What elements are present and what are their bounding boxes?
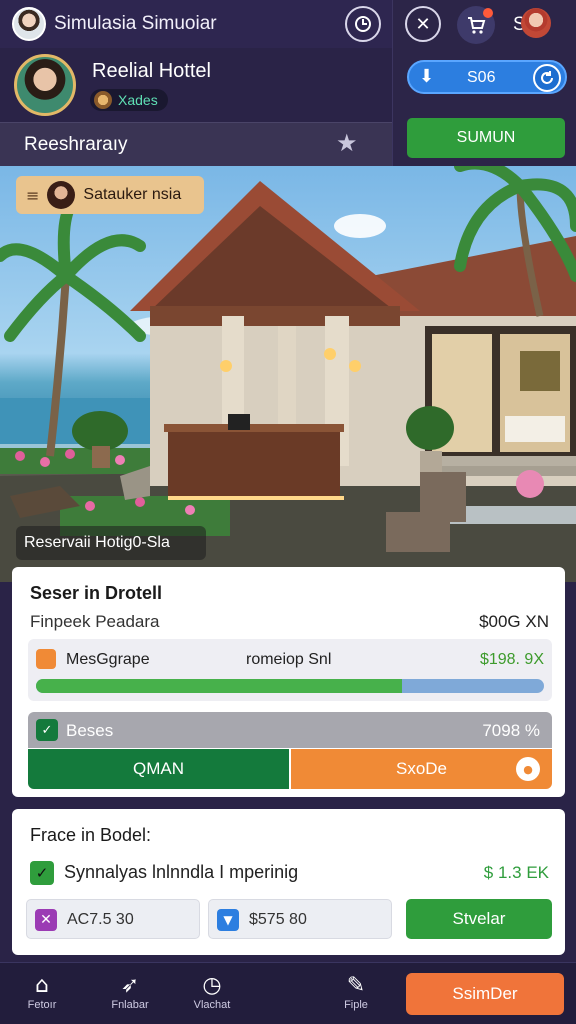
menu-icon: ≡ [26, 185, 40, 205]
package-progress-fill [36, 679, 402, 693]
top-bar: Simulasia Simuoiar [0, 0, 392, 48]
price-title: Frace in Bodel: [30, 825, 152, 845]
option-checkbox[interactable]: ✓ [30, 861, 54, 885]
stvelar-button[interactable]: Stvelar [406, 899, 552, 939]
home-icon: ⌂ [35, 973, 49, 998]
history-icon[interactable] [345, 6, 381, 42]
host-avatar [47, 181, 76, 209]
price-card: Frace in Bodel: ✓ Synnalyas lnlnndla I m… [12, 809, 565, 955]
hero-image: ≡ Satauker nsia Reservaii Hotig0-Sla [0, 166, 576, 582]
user-avatar[interactable] [12, 7, 46, 41]
booking-title: Seser in Drotell [30, 583, 163, 603]
clock-glyph [355, 16, 371, 32]
booking-price: $00G XN [479, 612, 549, 631]
close-square-icon: ✕ [35, 909, 57, 931]
package-icon [36, 649, 56, 669]
hotel-avatar[interactable] [14, 54, 76, 116]
profile-menu-avatar [521, 8, 551, 38]
sxode-label: SxoDe [395, 759, 448, 778]
star-icon[interactable]: ★ [336, 129, 358, 157]
host-chip[interactable]: ≡ Satauker nsia [16, 176, 204, 214]
hero-caption: Reservaii Hotig0-Sla [16, 526, 206, 560]
nav-item-chat[interactable]: ◷ Vlachat [182, 973, 242, 1011]
package-progress [36, 679, 544, 693]
app-title: Simulasia Simuoiar [54, 13, 217, 34]
notification-dot [483, 8, 493, 18]
bases-check-icon: ✓ [36, 719, 58, 741]
option-value: $ 1.3 EK [483, 863, 549, 882]
section-title: Reeshraraıy [24, 134, 128, 155]
rocket-icon: ➶ [120, 973, 140, 998]
package-row[interactable]: MesGgrape romeiop Snl $198. 9X [28, 639, 552, 701]
option-label: Synnalyas lnlnndla I mperinig [64, 862, 299, 882]
refresh-icon[interactable] [533, 64, 561, 92]
booking-card: Seser in Drotell Finpeek Peadara $00G XN… [12, 567, 565, 797]
package-label: MesGgrape [66, 651, 150, 668]
refresh-glyph [541, 71, 553, 84]
cta-button[interactable]: SsimDer [406, 973, 564, 1015]
nav-item-home[interactable]: ⌂ Fetoır [12, 973, 72, 1011]
nav-item-label: Fiple [344, 999, 368, 1011]
section-header: Reeshraraıy ★ [0, 122, 392, 166]
badge-icon [94, 91, 112, 109]
download-icon: ⬇ [419, 66, 435, 87]
nav-item-label: Fnlabar [111, 999, 149, 1011]
counter-value: S06 [467, 69, 496, 86]
profile-menu[interactable]: S6F [513, 6, 553, 42]
sxode-play-icon: ● [516, 757, 540, 781]
cart-glyph [468, 17, 486, 34]
hotel-badge: Xades [90, 89, 168, 111]
nav-item-label: Fetoır [27, 999, 57, 1011]
bases-value: 7098 % [482, 721, 540, 740]
field-one-value: AC7.5 30 [67, 911, 134, 928]
field-one[interactable]: ✕ AC7.5 30 [26, 899, 200, 939]
nav-item-label: Vlachat [193, 999, 231, 1011]
package-detail: romeiop Snl [246, 651, 332, 668]
badge-label: Xades [118, 92, 158, 108]
booking-subtitle: Finpeek Peadara [30, 612, 160, 631]
nav-item-explore[interactable]: ➶ Fnlabar [100, 973, 160, 1011]
qman-button[interactable]: QMAN [28, 749, 289, 789]
field-two[interactable]: ▼ $575 80 [208, 899, 392, 939]
counter-pill[interactable]: ⬇ S06 [407, 60, 567, 94]
submit-button[interactable]: SUMUN [407, 118, 565, 158]
bases-row[interactable]: ✓ Beses 7098 % [28, 712, 552, 748]
hotel-profile: Reelial Hottel Xades [0, 48, 392, 122]
nav-item-profile[interactable]: ✎ Fiple [326, 973, 386, 1011]
cart-icon[interactable] [457, 6, 495, 44]
field-two-value: $575 80 [249, 911, 307, 928]
host-chip-label: Satauker nsia [83, 186, 182, 203]
shield-icon: ▼ [217, 909, 239, 931]
sxode-button[interactable]: SxoDe ● [291, 749, 552, 789]
close-icon[interactable]: ✕ [405, 6, 441, 42]
clock-icon: ◷ [202, 973, 222, 998]
bottom-nav: ⌂ Fetoır ➶ Fnlabar ◷ Vlachat ✎ Fiple Ssi… [0, 962, 576, 1024]
bases-label: Beses [66, 721, 114, 740]
top-right-panel: ✕ S6F ⬇ S06 SUMUN [392, 0, 576, 166]
hotel-name: Reelial Hottel [92, 60, 211, 82]
package-value: $198. 9X [479, 651, 544, 668]
resort-illustration [0, 166, 576, 582]
edit-icon: ✎ [346, 973, 366, 998]
